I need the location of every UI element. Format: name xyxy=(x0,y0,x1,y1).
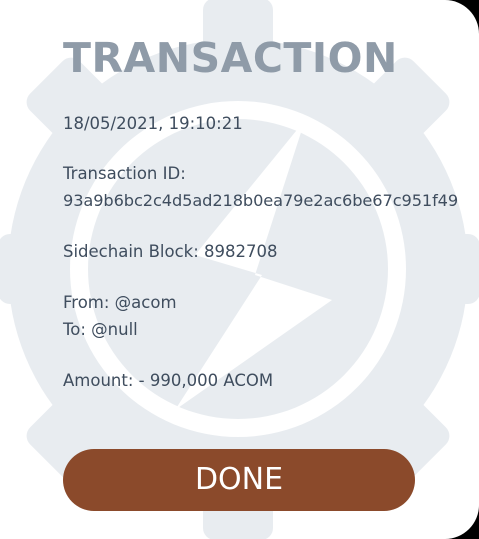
transaction-timestamp: 18/05/2021, 19:10:21 xyxy=(63,114,243,133)
transaction-dialog: TRANSACTION 18/05/2021, 19:10:21 Transac… xyxy=(0,0,479,539)
transaction-amount: Amount: - 990,000 ACOM xyxy=(63,371,274,390)
dialog-title: TRANSACTION xyxy=(63,34,398,82)
transaction-to: To: @null xyxy=(63,320,138,339)
transaction-from: From: @acom xyxy=(63,293,177,312)
transaction-id-value: 93a9b6bc2c4d5ad218b0ea79e2ac6be67c951f49 xyxy=(63,191,459,210)
done-button[interactable]: DONE xyxy=(63,449,415,511)
transaction-id-label: Transaction ID: xyxy=(63,164,186,183)
sidechain-block: Sidechain Block: 8982708 xyxy=(63,242,278,261)
